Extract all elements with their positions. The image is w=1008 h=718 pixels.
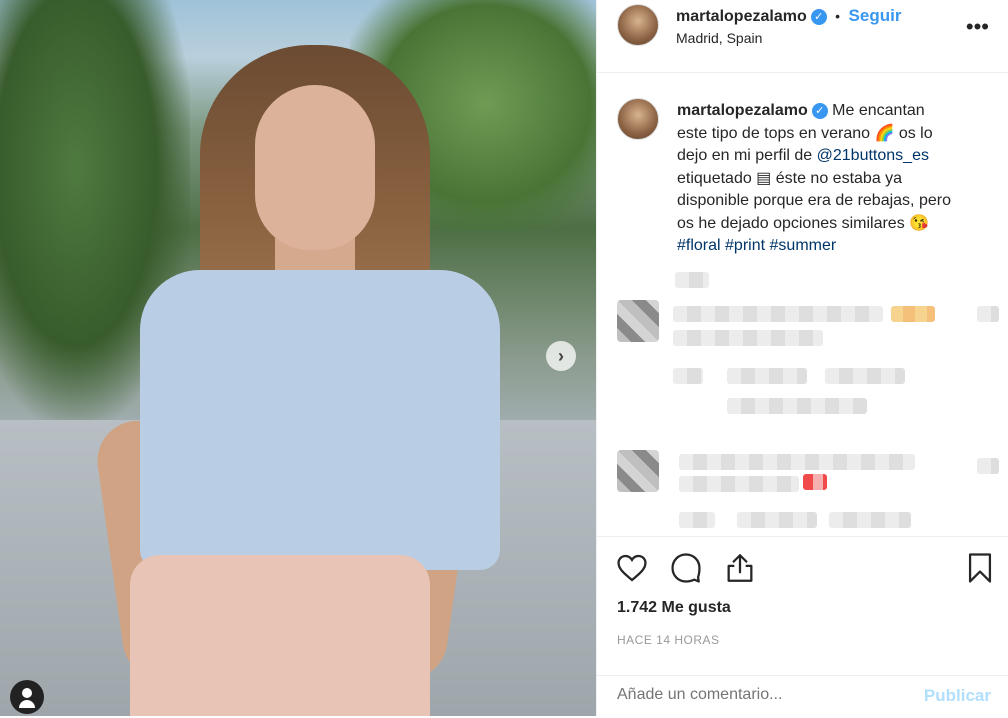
photo-top — [140, 270, 500, 570]
blurred-comment-text — [673, 306, 883, 322]
hashtag-link[interactable]: #summer — [770, 237, 837, 254]
comment-bar: Publicar — [597, 675, 1008, 718]
blurred-comment-text — [977, 306, 999, 322]
post-location[interactable]: Madrid, Spain — [676, 30, 762, 46]
chevron-right-icon[interactable]: › — [546, 341, 576, 371]
blurred-comment-text — [675, 272, 709, 288]
blurred-comment-text — [737, 512, 817, 528]
user-tag-icon[interactable] — [10, 680, 44, 714]
photo-face — [255, 85, 375, 250]
hashtag-link[interactable]: #floral — [677, 237, 721, 254]
blurred-comment-text — [679, 476, 799, 492]
blurred-comment-text — [679, 454, 915, 470]
post-caption: martalopezalamo ✓ Me encantan este tipo d… — [677, 100, 997, 258]
blurred-comment-text — [727, 398, 867, 414]
verified-badge-icon: ✓ — [810, 8, 827, 25]
mention-link[interactable]: @21buttons_es — [817, 147, 929, 164]
caption-line: este tipo de tops en verano 🌈 os lo — [677, 124, 933, 142]
avatar[interactable] — [617, 98, 659, 140]
avatar[interactable] — [617, 4, 659, 46]
likes-count[interactable]: 1.742 Me gusta — [617, 599, 731, 617]
blurred-comment-text — [891, 306, 935, 322]
blurred-avatar — [617, 450, 659, 492]
caption-line: Me encantan — [832, 102, 925, 119]
post-detail-panel: martalopezalamo ✓ • Seguir Madrid, Spain … — [596, 0, 1008, 716]
share-icon[interactable] — [723, 551, 757, 585]
caption-author[interactable]: martalopezalamo — [677, 102, 808, 119]
blurred-comment-text — [829, 512, 911, 528]
caption-line: disponible porque era de rebajas, pero — [677, 192, 951, 209]
caption-line: etiquetado ▤ éste no estaba ya — [677, 169, 903, 187]
photo-skirt — [130, 555, 430, 716]
follow-button[interactable]: Seguir — [849, 6, 902, 25]
comment-bubble-icon[interactable] — [669, 551, 703, 585]
blurred-avatar — [617, 300, 659, 342]
blurred-comment-text — [673, 368, 703, 384]
blurred-comment-text — [803, 474, 827, 490]
blurred-comment-text — [679, 512, 715, 528]
post-header: martalopezalamo ✓ • Seguir Madrid, Spain … — [597, 0, 1008, 73]
blurred-comment-text — [673, 330, 823, 346]
header-title-row: martalopezalamo ✓ • Seguir — [676, 6, 901, 26]
comment-input[interactable] — [617, 686, 917, 704]
blurred-comment-text — [727, 368, 807, 384]
blurred-comment-text — [977, 458, 999, 474]
heart-icon[interactable] — [615, 551, 649, 585]
post-photo — [0, 0, 596, 716]
separator-dot: • — [835, 8, 841, 24]
author-username[interactable]: martalopezalamo — [676, 8, 807, 25]
caption-line: dejo en mi perfil de — [677, 147, 813, 164]
blurred-comment-text — [825, 368, 905, 384]
post-timestamp[interactable]: HACE 14 HORAS — [617, 633, 720, 647]
hashtag-link[interactable]: #print — [725, 237, 765, 254]
bookmark-icon[interactable] — [963, 551, 997, 585]
verified-badge-icon: ✓ — [811, 102, 828, 119]
post-actions: 1.742 Me gusta HACE 14 HORAS Publicar — [597, 536, 1008, 717]
publish-button[interactable]: Publicar — [924, 686, 991, 706]
more-options-icon[interactable]: ••• — [966, 14, 989, 40]
caption-line: os he dejado opciones similares 😘 — [677, 214, 930, 232]
